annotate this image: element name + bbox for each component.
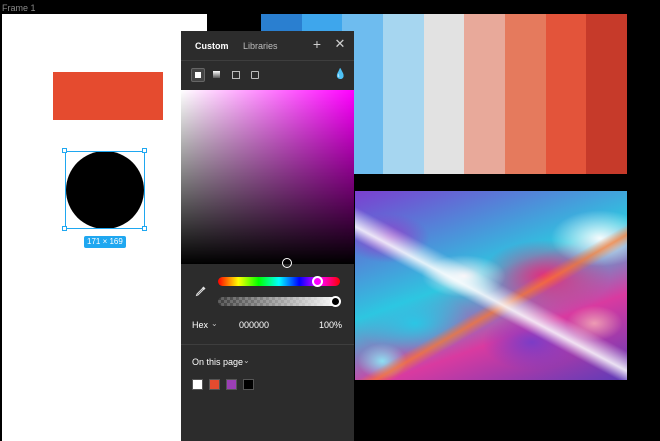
divider (181, 60, 354, 61)
tab-libraries[interactable]: Libraries (243, 41, 278, 51)
saturation-brightness-handle[interactable] (282, 258, 292, 268)
hex-input[interactable]: 000000 (239, 320, 269, 330)
document-colors-label[interactable]: On this page (192, 357, 243, 367)
swatch[interactable] (423, 14, 465, 174)
fill-type-video-button[interactable] (248, 68, 262, 82)
document-color-swatch[interactable] (226, 379, 237, 390)
marble-streak (355, 191, 627, 380)
divider (181, 344, 354, 345)
swatch[interactable] (505, 14, 546, 174)
hue-slider-handle[interactable] (312, 276, 323, 287)
eyedropper-icon[interactable] (195, 285, 207, 297)
chevron-down-icon[interactable]: ⌄ (243, 356, 250, 365)
fill-type-image-button[interactable] (229, 68, 243, 82)
swatch[interactable] (383, 14, 424, 174)
close-icon[interactable]: ✕ (334, 37, 346, 51)
red-rectangle-shape[interactable] (53, 72, 163, 120)
fill-type-solid-button[interactable] (191, 68, 205, 82)
selection-box (65, 151, 145, 229)
opacity-input[interactable]: 100% (319, 320, 342, 330)
opacity-slider-handle[interactable] (330, 296, 341, 307)
chevron-down-icon[interactable]: ⌄ (211, 319, 218, 328)
document-color-swatch[interactable] (243, 379, 254, 390)
plus-icon[interactable]: + (311, 37, 323, 51)
color-picker-panel: Custom Libraries + ✕ 💧 Hex ⌄ 000000 100%… (181, 31, 354, 441)
document-color-swatch[interactable] (192, 379, 203, 390)
opacity-slider[interactable] (218, 297, 340, 306)
resize-handle-top-left[interactable] (62, 148, 67, 153)
tab-custom[interactable]: Custom (195, 41, 229, 51)
fill-type-gradient-button[interactable] (210, 68, 224, 82)
document-color-swatch[interactable] (209, 379, 220, 390)
saturation-brightness-field[interactable] (181, 90, 354, 264)
swatch[interactable] (464, 14, 506, 174)
swatch[interactable] (586, 14, 628, 174)
color-mode-select[interactable]: Hex (192, 320, 208, 330)
resize-handle-bottom-left[interactable] (62, 226, 67, 231)
drop-icon[interactable]: 💧 (334, 69, 346, 81)
resize-handle-bottom-right[interactable] (142, 226, 147, 231)
dimension-badge: 171 × 169 (84, 236, 126, 248)
marble-image[interactable] (355, 191, 627, 380)
resize-handle-top-right[interactable] (142, 148, 147, 153)
frame-label[interactable]: Frame 1 (2, 3, 36, 13)
swatch[interactable] (545, 14, 587, 174)
